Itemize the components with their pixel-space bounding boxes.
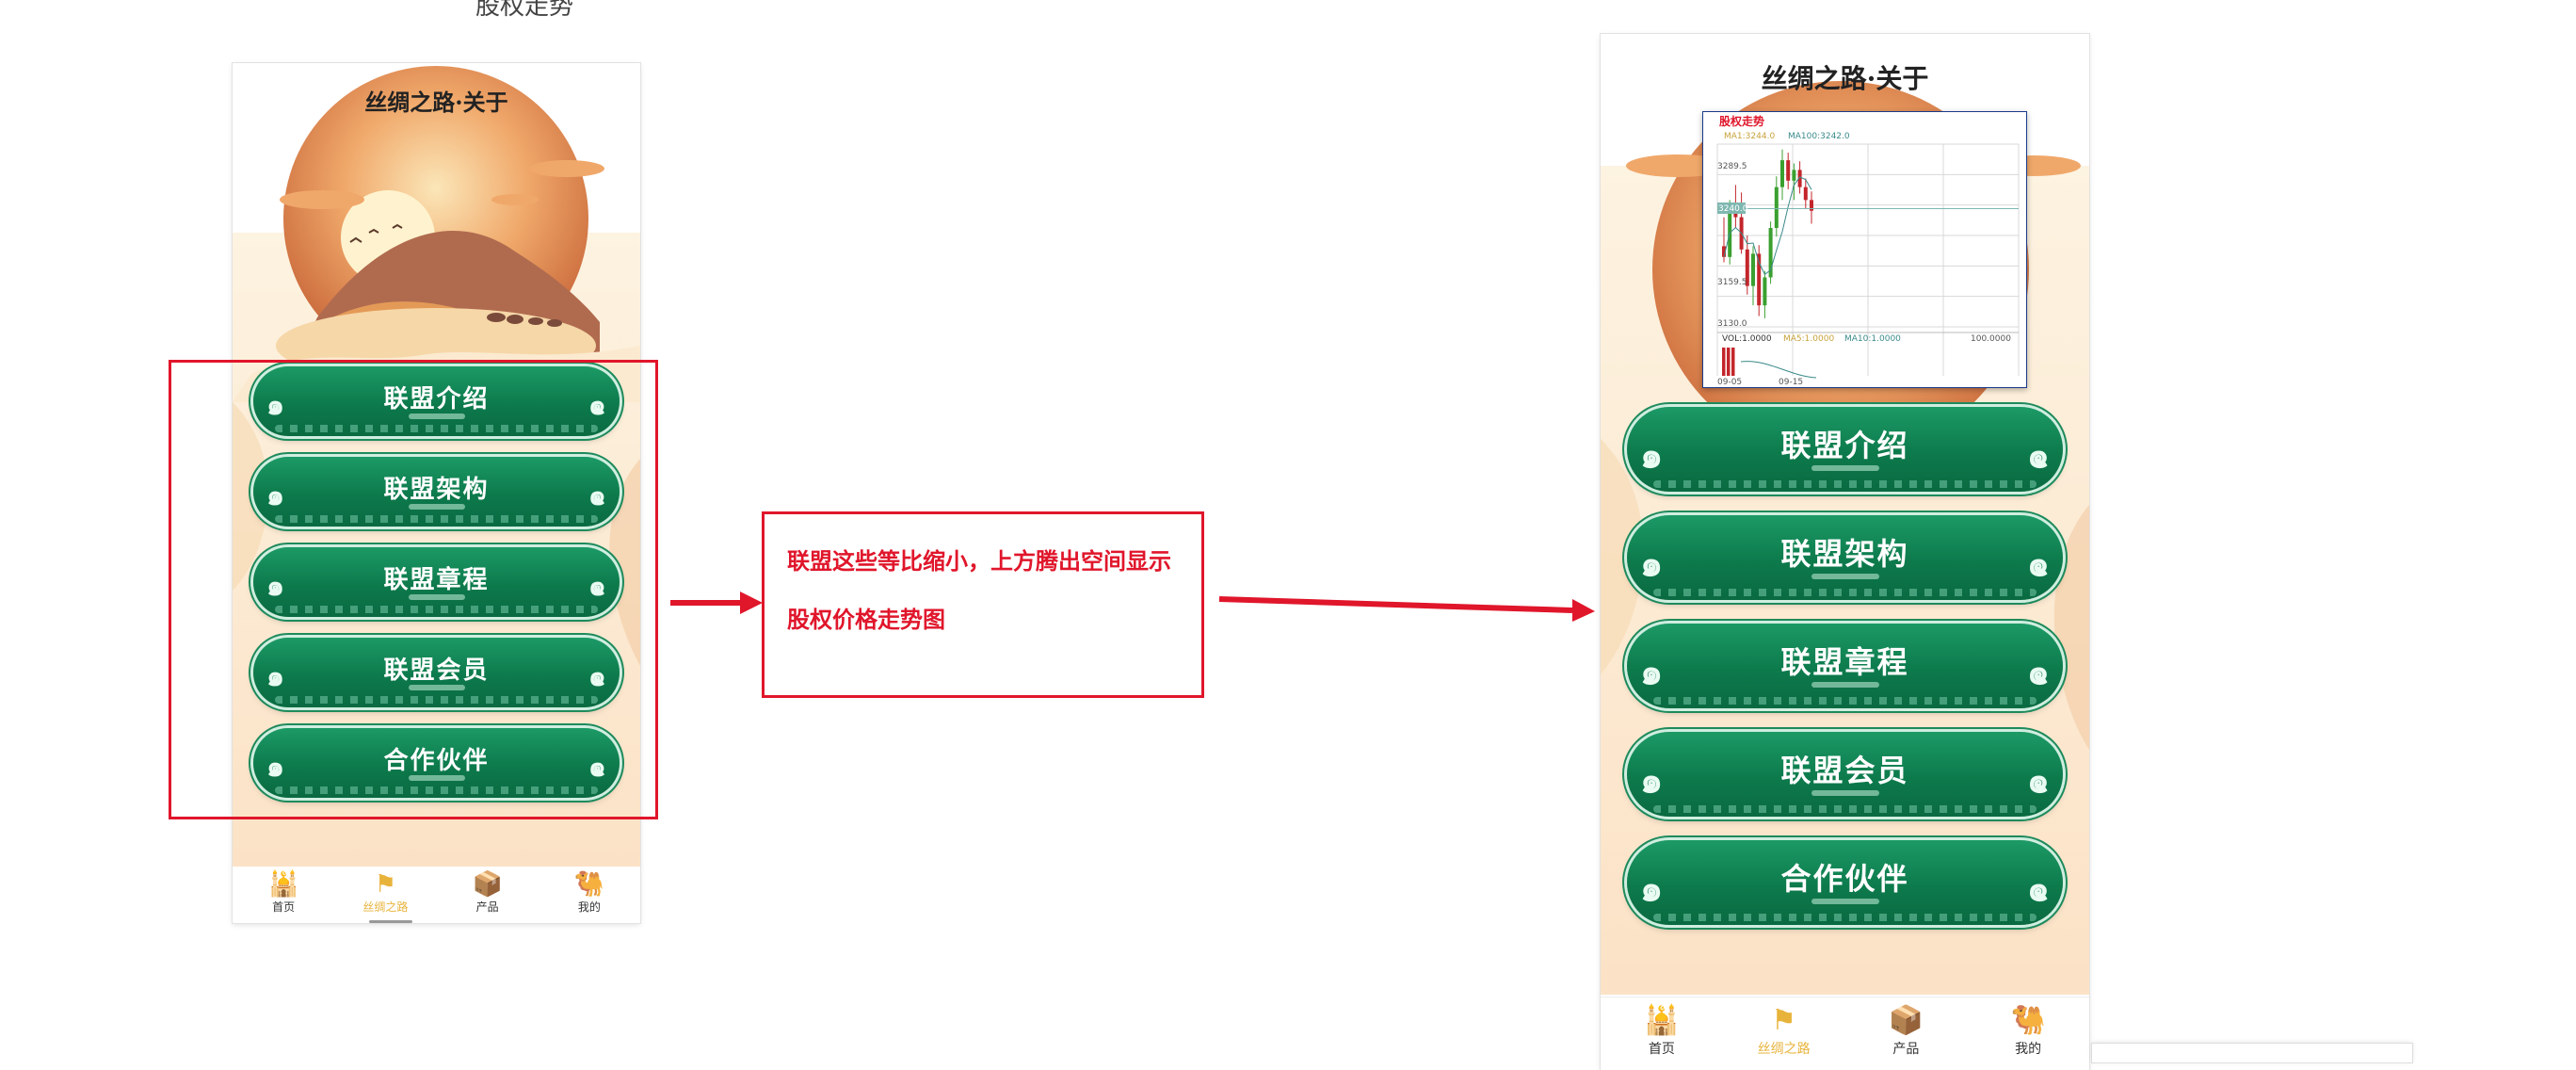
candlestick-chart-svg: 股权走势 MA1:3244.0 MA100:3242.0 3289.5 3240… <box>1716 114 2020 387</box>
volume-bar <box>1731 348 1735 376</box>
menu-button-label: 联盟会员 <box>1780 753 1909 788</box>
candle-body <box>1792 170 1796 181</box>
y-tick-label: 3130.0 <box>1717 319 1747 329</box>
nav-label: 产品 <box>1892 1042 1920 1057</box>
moving-average-line <box>1723 176 1812 276</box>
candle-body <box>1751 253 1755 286</box>
cloud-swirl-icon: ๑ <box>1640 651 1664 693</box>
wave-ornament <box>1652 480 2037 488</box>
cloud-swirl-icon: ๑ <box>2026 434 2050 477</box>
bottom-nav: 🕌 首页 ⚑ 丝绸之路 📦 产品 🐫 我的 <box>1601 997 2089 1070</box>
menu-button-label: 合作伙伴 <box>1780 861 1909 897</box>
cloud-swirl-icon: ๑ <box>2026 867 2050 910</box>
page-title: 丝绸之路·关于 <box>1761 63 1929 94</box>
wave-ornament <box>1652 697 2037 705</box>
candle-body <box>1803 186 1808 201</box>
volume-max-label: 100.0000 <box>1971 334 2011 344</box>
annotation-note-line-2: 股权价格走势图 <box>787 607 945 633</box>
scroll-ornament <box>1811 790 1879 796</box>
y-tick-label: 3289.5 <box>1717 162 1747 171</box>
menu-button-label: 联盟介绍 <box>1780 428 1909 463</box>
volume-ma-line <box>1740 361 1817 379</box>
scroll-ornament <box>1811 574 1879 579</box>
camel-icon: 🐫 <box>2010 1004 2046 1037</box>
scroll-ornament <box>1811 682 1879 688</box>
cloud-swirl-icon: ๑ <box>2026 543 2050 585</box>
scroll-ornament <box>1811 465 1879 471</box>
y-current-label: 3240.0 <box>1718 204 1748 214</box>
cloud-swirl-icon: ๑ <box>1640 434 1664 477</box>
y-tick-label: 3159.5 <box>1717 278 1747 287</box>
annotation-note-line-1: 联盟这些等比缩小，上方腾出空间显示 <box>787 548 1171 575</box>
nav-item-products[interactable]: 📦 产品 <box>1845 997 1968 1070</box>
menu-button-alliance-structure[interactable]: ๑ 联盟架构 ๑ <box>1627 515 2063 600</box>
nav-item-mine[interactable]: 🐫 我的 <box>1967 997 2089 1070</box>
chart-legend-ma100: MA100:3242.0 <box>1788 132 1850 141</box>
chart-title: 股权走势 <box>1719 114 1764 128</box>
phone-after: 丝绸之路·关于 股权走势 MA1:3244.0 MA100:3242.0 328… <box>1601 34 2089 1070</box>
annotation-arrow-left <box>670 592 1595 622</box>
menu-button-alliance-intro[interactable]: ๑ 联盟介绍 ๑ <box>1627 407 2063 492</box>
menu-button-label: 联盟章程 <box>1780 644 1909 680</box>
candle-body <box>1774 186 1779 229</box>
menu-button-alliance-members[interactable]: ๑ 联盟会员 ๑ <box>1627 732 2063 817</box>
volume-legend-ma5: MA5:1.0000 <box>1783 334 1834 344</box>
chart-legend-ma1: MA1:3244.0 <box>1724 132 1775 141</box>
volume-bar <box>1722 348 1726 376</box>
candle-body <box>1786 160 1791 181</box>
cloud-swirl-icon: ๑ <box>2026 651 2050 693</box>
signpost-icon: ⚑ <box>1771 1004 1797 1037</box>
cloud-swirl-icon: ๑ <box>1640 543 1664 585</box>
box-icon: 📦 <box>1888 1004 1924 1037</box>
candle-body <box>1763 277 1767 306</box>
nav-label: 首页 <box>1648 1042 1675 1057</box>
menu-button-partners[interactable]: ๑ 合作伙伴 ๑ <box>1627 840 2063 925</box>
volume-bar <box>1727 348 1731 376</box>
wave-ornament <box>1652 589 2037 596</box>
x-tick-label: 09-05 <box>1717 378 1742 387</box>
menu-button-label: 联盟架构 <box>1780 536 1909 572</box>
nav-item-silk-road[interactable]: ⚑ 丝绸之路 <box>1723 997 1845 1070</box>
menu-button-alliance-charter[interactable]: ๑ 联盟章程 ๑ <box>1627 624 2063 708</box>
annotation-note-box: 联盟这些等比缩小，上方腾出空间显示 股权价格走势图 <box>762 511 1204 698</box>
wave-ornament <box>1652 914 2037 921</box>
candle-body <box>1810 200 1813 211</box>
cloud-swirl-icon: ๑ <box>1640 867 1664 910</box>
candle-body <box>1780 160 1784 187</box>
partial-panel-offscreen <box>2092 1044 2412 1062</box>
wave-ornament <box>1652 805 2037 813</box>
volume-legend-ma10: MA10:1.0000 <box>1844 334 1901 344</box>
cloud-swirl-icon: ๑ <box>2026 759 2050 802</box>
mosque-icon: 🕌 <box>1644 1004 1680 1037</box>
cloud-swirl-icon: ๑ <box>1640 759 1664 802</box>
volume-legend-vol: VOL:1.0000 <box>1722 334 1772 344</box>
nav-item-home[interactable]: 🕌 首页 <box>1601 997 1723 1070</box>
nav-label: 我的 <box>2015 1042 2042 1057</box>
scroll-ornament <box>1811 899 1879 904</box>
x-tick-label: 09-15 <box>1779 378 1803 387</box>
equity-trend-chart[interactable]: 股权走势 MA1:3244.0 MA100:3242.0 3289.5 3240… <box>1702 111 2027 388</box>
nav-label: 丝绸之路 <box>1757 1042 1811 1057</box>
